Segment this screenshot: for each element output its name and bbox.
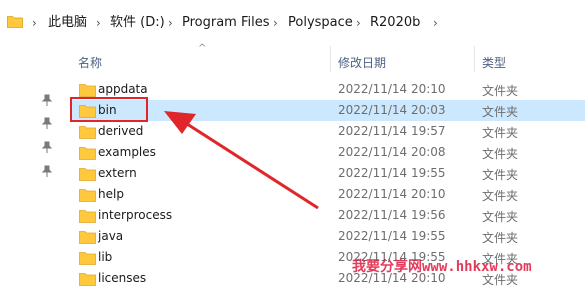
watermark: 我要分享网www.hhkxw.com: [352, 259, 532, 275]
annotation-arrow-icon: [164, 111, 319, 210]
